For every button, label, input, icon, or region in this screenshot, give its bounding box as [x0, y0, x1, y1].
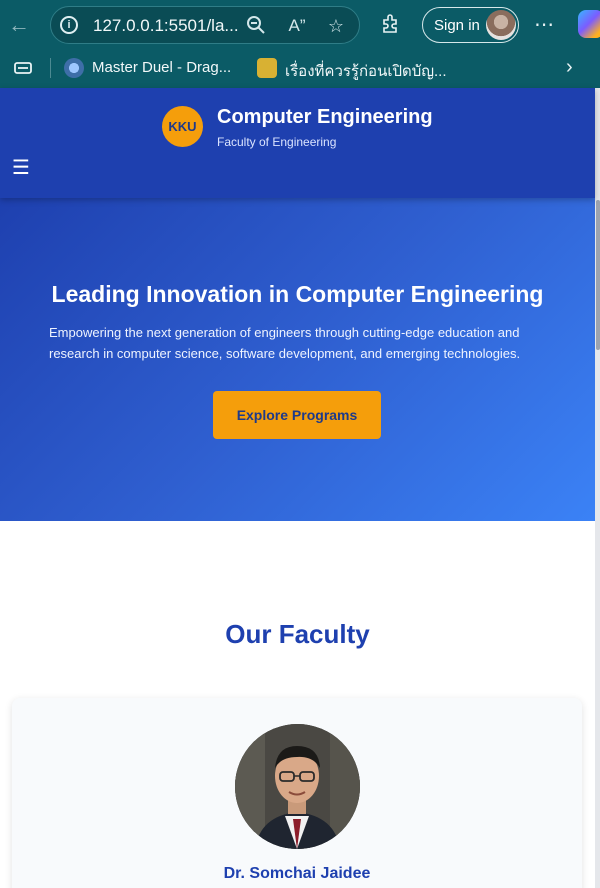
more-options-icon[interactable]: ⋯ [531, 12, 557, 38]
tab-actions-icon[interactable] [13, 58, 33, 78]
sign-in-label: Sign in [434, 17, 480, 34]
browser-chrome: ← i 127.0.0.1:5501/la... A” ☆ Sign in ⋯ … [0, 0, 600, 88]
extensions-icon[interactable] [378, 12, 404, 38]
favorites-bar: Master Duel - Drag... เรื่องที่ควรรู้ก่อ… [0, 50, 600, 86]
favorite-link-master-duel[interactable]: Master Duel - Drag... [92, 59, 231, 76]
site-header: KKU Computer Engineering Faculty of Engi… [0, 88, 595, 198]
copilot-icon[interactable] [578, 10, 600, 38]
address-bar[interactable]: i 127.0.0.1:5501/la... A” ☆ [50, 6, 360, 44]
browser-toolbar: ← i 127.0.0.1:5501/la... A” ☆ Sign in ⋯ [0, 0, 600, 50]
site-title: Computer Engineering [217, 106, 433, 128]
hamburger-menu-icon[interactable]: ☰ [12, 158, 30, 178]
kku-logo[interactable]: KKU [162, 106, 203, 147]
hero-section: Leading Innovation in Computer Engineeri… [0, 198, 595, 521]
faculty-member-name: Dr. Somchai Jaidee [223, 865, 371, 882]
faculty-portrait [235, 724, 360, 849]
back-arrow-icon[interactable]: ← [6, 12, 32, 38]
favorite-link-thai-article[interactable]: เรื่องที่ควรรู้ก่อนเปิดบัญ... [285, 59, 447, 83]
read-aloud-icon[interactable]: A” [286, 15, 308, 37]
master-duel-favicon [64, 58, 84, 78]
sign-in-button[interactable]: Sign in [422, 7, 519, 43]
star-icon[interactable]: ☆ [325, 15, 347, 37]
favorites-divider [50, 58, 51, 78]
hero-description: Empowering the next generation of engine… [49, 325, 521, 361]
profile-avatar [486, 10, 516, 40]
info-icon[interactable]: i [60, 16, 78, 34]
zoom-icon[interactable] [245, 15, 267, 37]
bank-favicon [257, 58, 277, 78]
site-subtitle: Faculty of Engineering [217, 135, 337, 149]
explore-programs-button[interactable]: Explore Programs [213, 391, 381, 439]
chevron-right-icon[interactable]: › [566, 56, 573, 79]
faculty-section-title: Our Faculty [225, 619, 370, 649]
hero-title: Leading Innovation in Computer Engineeri… [51, 281, 544, 307]
faculty-card[interactable]: Dr. Somchai Jaidee [12, 698, 582, 888]
url-text[interactable]: 127.0.0.1:5501/la... [93, 16, 239, 36]
scrollbar-thumb[interactable] [596, 200, 600, 350]
